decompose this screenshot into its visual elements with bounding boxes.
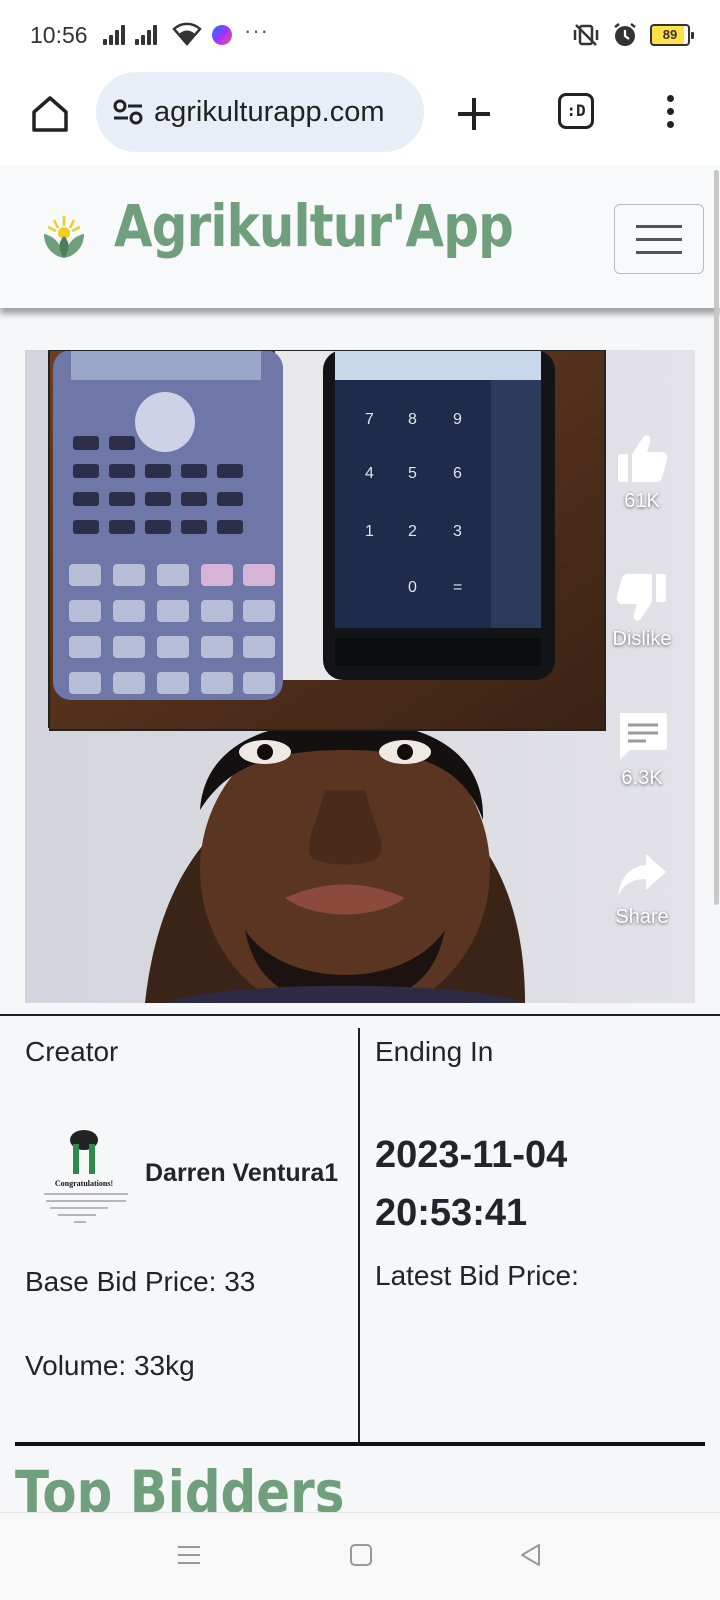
tune-icon[interactable]	[112, 98, 144, 126]
volume: Volume: 33kg	[25, 1350, 195, 1381]
battery-indicator: 89	[650, 24, 694, 46]
svg-text:8: 8	[408, 411, 417, 428]
svg-text:5: 5	[408, 465, 417, 482]
status-right: 89	[572, 22, 694, 48]
comment-icon[interactable]	[616, 711, 668, 761]
tabs-icon[interactable]: :D	[558, 93, 594, 129]
svg-text:4: 4	[365, 465, 374, 482]
address-bar[interactable]: agrikulturapp.com	[96, 72, 424, 152]
thumb-up-icon[interactable]	[616, 434, 668, 484]
comments-count: 6.3K	[621, 767, 663, 789]
logo-icon[interactable]	[40, 212, 88, 260]
svg-text:0: 0	[408, 579, 417, 596]
svg-text:3: 3	[453, 523, 462, 540]
signal-2-icon	[135, 23, 157, 45]
share-label: Share	[615, 906, 669, 928]
status-bar: 10:56 ··· 89	[0, 0, 720, 70]
home-icon[interactable]	[28, 92, 72, 136]
creator-label: Creator	[25, 1036, 119, 1067]
signal-icons	[103, 23, 157, 45]
ending-date: 2023-11-04	[375, 1134, 568, 1176]
share-action[interactable]: Share	[597, 850, 687, 929]
avatar-caption: Congratulations!	[55, 1179, 113, 1188]
signal-1-icon	[103, 23, 125, 45]
svg-text:7: 7	[365, 411, 374, 428]
system-nav-bar	[0, 1512, 720, 1600]
ending-datetime: 2023-11-04 20:53:41	[375, 1126, 567, 1242]
svg-text:=: =	[453, 579, 462, 596]
dislike-action[interactable]: Dislike	[597, 572, 687, 651]
listing-details: Creator Congratulations! Darren Ventura1…	[0, 1014, 720, 1446]
browser-toolbar: agrikulturapp.com :D	[0, 70, 720, 166]
plus-icon[interactable]	[452, 92, 496, 136]
site-header: Agrikultur'App	[0, 168, 720, 308]
creator-name[interactable]: Darren Ventura1	[145, 1159, 338, 1188]
thumb-down-icon[interactable]	[616, 572, 668, 622]
avatar[interactable]: Congratulations!	[38, 1128, 134, 1228]
recent-apps-icon[interactable]	[175, 1541, 203, 1569]
navbar-toggle-button[interactable]	[614, 204, 704, 274]
svg-text:1: 1	[365, 523, 374, 540]
back-icon[interactable]	[517, 1541, 545, 1569]
more-notifications-icon: ···	[244, 18, 269, 43]
ending-time: 20:53:41	[375, 1192, 528, 1234]
brand-title[interactable]: Agrikultur'App	[114, 192, 514, 260]
latest-bid-price: Latest Bid Price:	[375, 1260, 579, 1291]
like-count: 61K	[624, 490, 660, 512]
vibrate-icon	[573, 24, 599, 46]
share-icon[interactable]	[616, 850, 668, 900]
section-divider	[15, 1442, 705, 1446]
video-player[interactable]: 7 8 9 4 5 6 1 2 3 0 = 61K Dislike 6.3K Share	[25, 350, 695, 1003]
video-frame: 7 8 9 4 5 6 1 2 3 0 =	[25, 350, 695, 1003]
wifi-icon	[172, 22, 202, 46]
column-divider	[358, 1028, 360, 1446]
dislike-label: Dislike	[612, 628, 672, 650]
base-bid-price: Base Bid Price: 33	[25, 1266, 256, 1297]
svg-text:2: 2	[408, 523, 417, 540]
like-action[interactable]: 61K	[597, 434, 687, 513]
svg-text:6: 6	[453, 465, 462, 482]
home-nav-icon[interactable]	[347, 1541, 375, 1569]
ending-label: Ending In	[375, 1036, 494, 1067]
svg-text:9: 9	[453, 411, 462, 428]
comments-action[interactable]: 6.3K	[597, 711, 687, 790]
url-text: agrikulturapp.com	[154, 96, 385, 128]
status-time: 10:56	[30, 22, 88, 48]
scrollbar[interactable]	[714, 170, 719, 905]
alarm-icon	[614, 23, 636, 46]
messenger-icon	[212, 25, 232, 45]
more-vert-icon[interactable]	[660, 90, 680, 138]
